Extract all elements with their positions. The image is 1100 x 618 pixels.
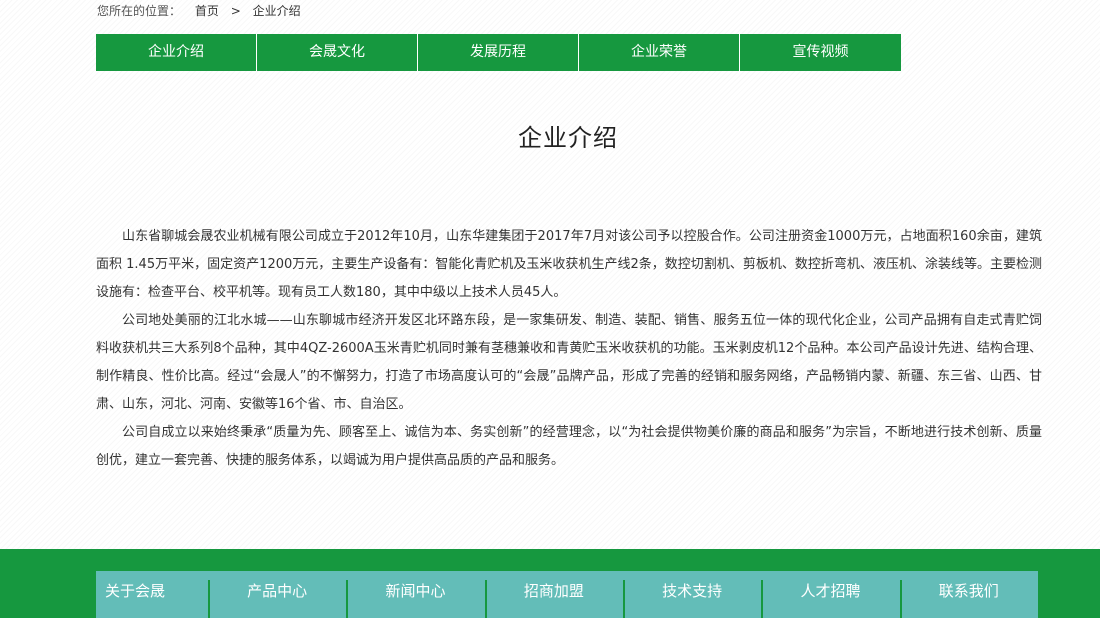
breadcrumb-current: 企业介绍 bbox=[252, 4, 301, 18]
breadcrumb-separator: > bbox=[230, 4, 241, 18]
intro-paragraph: 山东省聊城会晟农业机械有限公司成立于2012年10月，山东华建集团于2017年7… bbox=[96, 229, 1042, 300]
footer-link-franchise[interactable]: 招商加盟 bbox=[484, 571, 623, 618]
footer-link-careers[interactable]: 人才招聘 bbox=[761, 571, 899, 618]
tab-company-intro[interactable]: 企业介绍 bbox=[96, 34, 257, 71]
intro-paragraph: 公司自成立以来始终秉承“质量为先、顾客至上、诚信为本、务实创新”的经营理念，以“… bbox=[96, 425, 1042, 468]
breadcrumb-prefix: 您所在的位置： bbox=[97, 4, 182, 18]
tab-videos[interactable]: 宣传视频 bbox=[740, 34, 901, 71]
footer-link-products[interactable]: 产品中心 bbox=[208, 571, 346, 618]
section-tabs: 企业介绍 会晟文化 发展历程 企业荣誉 宣传视频 bbox=[96, 34, 901, 71]
intro-paragraph: 公司地处美丽的江北水城——山东聊城市经济开发区北环路东段，是一家集研发、制造、装… bbox=[96, 313, 1042, 412]
breadcrumb: 您所在的位置： 首页 > 企业介绍 bbox=[97, 2, 301, 20]
tab-honors[interactable]: 企业荣誉 bbox=[579, 34, 740, 71]
footer-nav: 关于会晟 产品中心 新闻中心 招商加盟 技术支持 人才招聘 联系我们 bbox=[96, 571, 1038, 618]
footer-link-news[interactable]: 新闻中心 bbox=[346, 571, 484, 618]
footer-link-contact[interactable]: 联系我们 bbox=[899, 571, 1038, 618]
footer: 关于会晟 产品中心 新闻中心 招商加盟 技术支持 人才招聘 联系我们 bbox=[0, 549, 1100, 618]
tab-culture[interactable]: 会晟文化 bbox=[257, 34, 418, 71]
footer-link-about[interactable]: 关于会晟 bbox=[96, 571, 208, 618]
page-title: 企业介绍 bbox=[518, 124, 618, 152]
tab-history[interactable]: 发展历程 bbox=[418, 34, 579, 71]
breadcrumb-home-link[interactable]: 首页 bbox=[195, 2, 219, 20]
intro-content: 山东省聊城会晟农业机械有限公司成立于2012年10月，山东华建集团于2017年7… bbox=[96, 223, 1042, 475]
footer-link-support[interactable]: 技术支持 bbox=[622, 571, 761, 618]
